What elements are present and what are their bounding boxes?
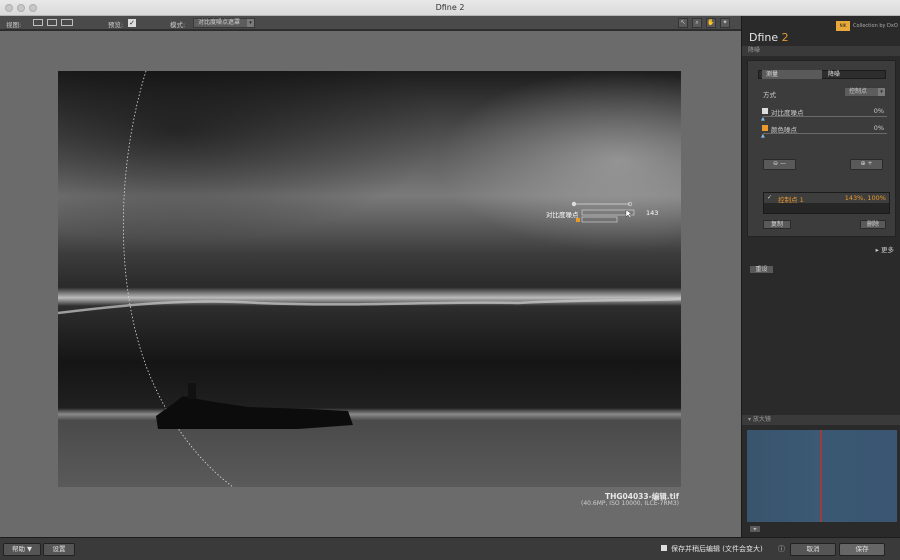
control-point-list: ✓ 控制点 1 143%, 100% [763, 192, 890, 214]
control-point-label: 对比度噪点 [546, 211, 579, 219]
copy-button[interactable]: 复制 [763, 220, 791, 229]
loupe-preview[interactable] [747, 430, 897, 522]
plus-icon: ⊕ + [860, 160, 873, 167]
single-view-button[interactable] [33, 19, 43, 26]
section-header-loupe[interactable]: ▾ 放大镜 [742, 415, 900, 425]
minus-icon: ⊖ — [773, 160, 786, 167]
window-title: Dfine 2 [435, 3, 465, 12]
control-point-handle[interactable] [571, 201, 577, 207]
help-button[interactable]: 帮助 ▼ [3, 543, 41, 556]
control-point-value: 143 [646, 209, 659, 217]
save-button[interactable]: 保存 [839, 543, 885, 556]
contrast-noise-value: 0% [873, 107, 884, 115]
method-select[interactable]: 控制点 ▾ [844, 87, 886, 97]
slider-thumb-icon[interactable]: ▲ [761, 116, 765, 122]
right-panel: NIK Collection by DxO Dfine 2 降噪 测量 降噪 方… [741, 16, 900, 537]
control-point-amount: 143%, 100% [844, 194, 886, 202]
side-by-side-view-button[interactable] [61, 19, 73, 26]
tab-reduce[interactable]: 降噪 [824, 70, 886, 79]
control-point-widget[interactable] [0, 31, 741, 537]
noise-reduction-box: 测量 降噪 方式 控制点 ▾ 对比度噪点 0% ▲ 颜色噪点 0% ▲ ⊖ — … [747, 60, 896, 237]
file-info: (40.6MP, ISO 10000, ILCE-7RM3) [581, 500, 679, 507]
method-select-value: 控制点 [849, 88, 868, 95]
top-toolbar: 视图: 预览: ✓ 模式: 对比度噪点遮罩 ▾ ↖ ⌕ ✋ ✦ [0, 16, 741, 30]
checkbox-icon[interactable]: ✓ [767, 194, 772, 201]
color-noise-slider[interactable] [581, 216, 618, 223]
add-control-point-button[interactable]: ⊕ + [850, 159, 883, 170]
contrast-noise-slider-track[interactable] [763, 116, 887, 117]
nik-logo: NIK [836, 21, 850, 31]
slider-thumb-icon[interactable]: ▲ [761, 133, 765, 139]
hand-cursor-icon [625, 209, 633, 219]
split-view-button[interactable] [47, 19, 57, 26]
mode-select[interactable]: 对比度噪点遮罩 ▾ [193, 18, 255, 28]
loupe-pin-icon[interactable]: ⌖ [749, 525, 761, 533]
panel-title-main: Dfine [749, 31, 779, 44]
preview-checkbox[interactable]: ✓ [128, 19, 136, 27]
delete-button[interactable]: 删除 [860, 220, 886, 229]
mode-label: 模式: [170, 21, 186, 29]
view-label: 视图: [6, 21, 22, 29]
remove-control-point-button[interactable]: ⊖ — [763, 159, 796, 170]
settings-button[interactable]: 设置 [43, 543, 75, 556]
contrast-swatch-icon [762, 108, 768, 114]
arrow-tool-icon[interactable]: ↖ [678, 18, 688, 28]
control-point-item[interactable]: ✓ 控制点 1 143%, 100% [764, 193, 889, 204]
bottom-bar: 帮助 ▼ 设置 保存并稍后编辑 (文件会变大) ⓘ 取消 保存 [0, 537, 900, 560]
method-label: 方式 [763, 91, 776, 99]
control-point-name: 控制点 1 [778, 196, 804, 204]
pin-tool-icon[interactable]: ✦ [720, 18, 730, 28]
save-later-label: 保存并稍后编辑 (文件会变大) [671, 545, 763, 553]
help-circle-icon[interactable]: ⓘ [778, 544, 785, 554]
chevron-down-icon: ▾ [878, 88, 885, 96]
tab-measure[interactable]: 测量 [762, 70, 822, 79]
save-later-checkbox[interactable] [661, 545, 667, 551]
hand-tool-icon[interactable]: ✋ [706, 18, 716, 28]
cancel-button[interactable]: 取消 [790, 543, 836, 556]
color-noise-slider-track[interactable] [763, 133, 887, 134]
window-titlebar: Dfine 2 [0, 0, 900, 16]
mode-select-value: 对比度噪点遮罩 [198, 19, 241, 26]
more-toggle[interactable]: ▸ 更多 [876, 244, 894, 254]
zoom-tool-icon[interactable]: ⌕ [692, 18, 702, 28]
section-header-noise[interactable]: 降噪 [742, 46, 900, 56]
color-swatch-icon [762, 125, 768, 131]
loupe-title: 放大镜 [752, 416, 771, 423]
color-noise-value: 0% [873, 124, 884, 132]
reset-button[interactable]: 重设 [749, 265, 774, 274]
preview-label: 预览: [108, 21, 124, 29]
panel-title: Dfine 2 [749, 31, 789, 44]
panel-title-version: 2 [781, 31, 789, 44]
image-canvas[interactable]: 对比度噪点 143 THG04033-编辑.tif (40.6MP, ISO 1… [0, 31, 741, 537]
brand-text: Collection by DxO [853, 23, 898, 29]
chevron-down-icon: ▾ [247, 19, 254, 27]
